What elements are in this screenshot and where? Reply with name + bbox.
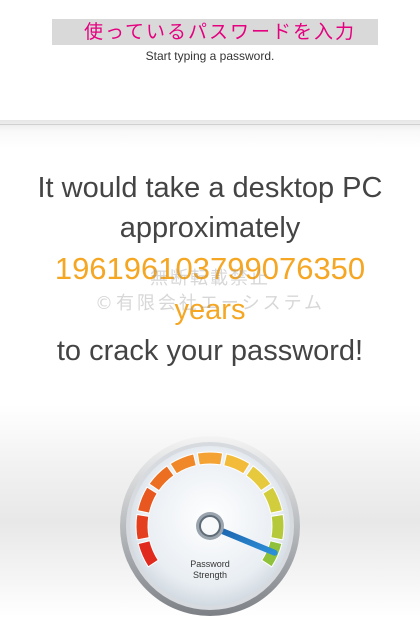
password-strength-gauge: Password Strength	[120, 436, 300, 616]
gauge-label-line-2: Strength	[193, 570, 227, 580]
password-hint: Start typing a password.	[145, 49, 275, 63]
crack-time-unit: years	[174, 294, 246, 326]
result-line-1: It would take a desktop PC	[37, 172, 383, 204]
gauge-segment	[196, 451, 224, 466]
gauge-hub	[199, 515, 221, 537]
gauge-label-line-1: Password	[190, 559, 230, 569]
divider-line	[0, 124, 420, 125]
crack-time-result: It would take a desktop PC approximately…	[0, 168, 420, 372]
result-line-2: approximately	[119, 212, 301, 244]
gauge-segment	[270, 513, 285, 541]
gauge-segment	[135, 513, 150, 541]
password-input[interactable]: 使っているパスワードを入力	[52, 19, 378, 45]
crack-time-value: 196196103799076350	[54, 251, 366, 286]
top-area: 使っているパスワードを入力 Start typing a password.	[0, 0, 420, 120]
result-line-5: to crack your password!	[56, 335, 364, 367]
